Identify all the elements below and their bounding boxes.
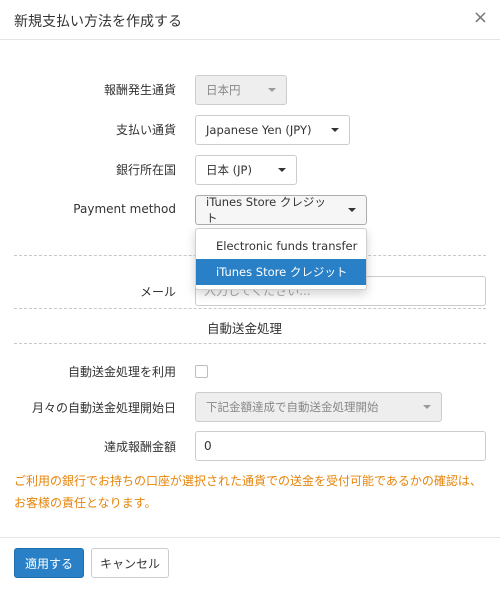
dialog-header: 新規支払い方法を作成する × [0, 0, 500, 40]
chevron-down-icon [331, 128, 339, 132]
chevron-down-icon [423, 405, 431, 409]
section-divider [14, 308, 486, 309]
payment-method-dropdown: Electronic funds transfer iTunes Store ク… [195, 228, 367, 290]
cancel-button[interactable]: キャンセル [91, 548, 169, 578]
auto-transfer-start-label: 月々の自動送金処理開始日 [31, 401, 176, 415]
payment-method-option-selected[interactable]: iTunes Store クレジット [196, 259, 366, 285]
close-icon[interactable]: × [473, 8, 488, 28]
payment-method-label: Payment method [73, 202, 176, 216]
auto-transfer-checkbox[interactable] [195, 365, 208, 378]
warning-text: ご利用の銀行でお持ちの口座が選択された通貨での送金を受付可能であるかの確認は、お… [14, 474, 482, 510]
earning-currency-value: 日本円 [206, 83, 241, 97]
bank-country-value: 日本 (JP) [206, 163, 252, 177]
payment-currency-label: 支払い通貨 [115, 123, 176, 137]
email-label: メール [139, 285, 176, 299]
bank-country-label: 銀行所在国 [115, 163, 176, 177]
threshold-label: 達成報酬金額 [103, 440, 176, 454]
section-divider [14, 343, 486, 344]
earning-currency-select: 日本円 [195, 75, 287, 105]
chevron-down-icon [278, 168, 286, 172]
payment-method-select[interactable]: iTunes Store クレジット [195, 195, 367, 225]
footer-divider [0, 537, 500, 538]
auto-transfer-start-select: 下記金額達成で自動送金処理開始 [195, 392, 442, 422]
payment-currency-value: Japanese Yen (JPY) [206, 123, 312, 137]
dialog-title: 新規支払い方法を作成する [14, 14, 182, 30]
earning-currency-label: 報酬発生通貨 [103, 83, 176, 97]
auto-transfer-start-value: 下記金額達成で自動送金処理開始 [206, 400, 379, 414]
apply-button[interactable]: 適用する [14, 548, 84, 578]
threshold-amount-field[interactable] [195, 431, 486, 461]
payment-method-value: iTunes Store クレジット [206, 195, 326, 225]
auto-transfer-enable-label: 自動送金処理を利用 [67, 365, 176, 379]
chevron-down-icon [348, 208, 356, 212]
bank-country-select[interactable]: 日本 (JP) [195, 155, 297, 185]
payment-currency-select[interactable]: Japanese Yen (JPY) [195, 115, 350, 145]
auto-transfer-section-title: 自動送金処理 [207, 321, 283, 336]
payment-method-option[interactable]: Electronic funds transfer [196, 233, 366, 259]
chevron-down-icon [268, 88, 276, 92]
